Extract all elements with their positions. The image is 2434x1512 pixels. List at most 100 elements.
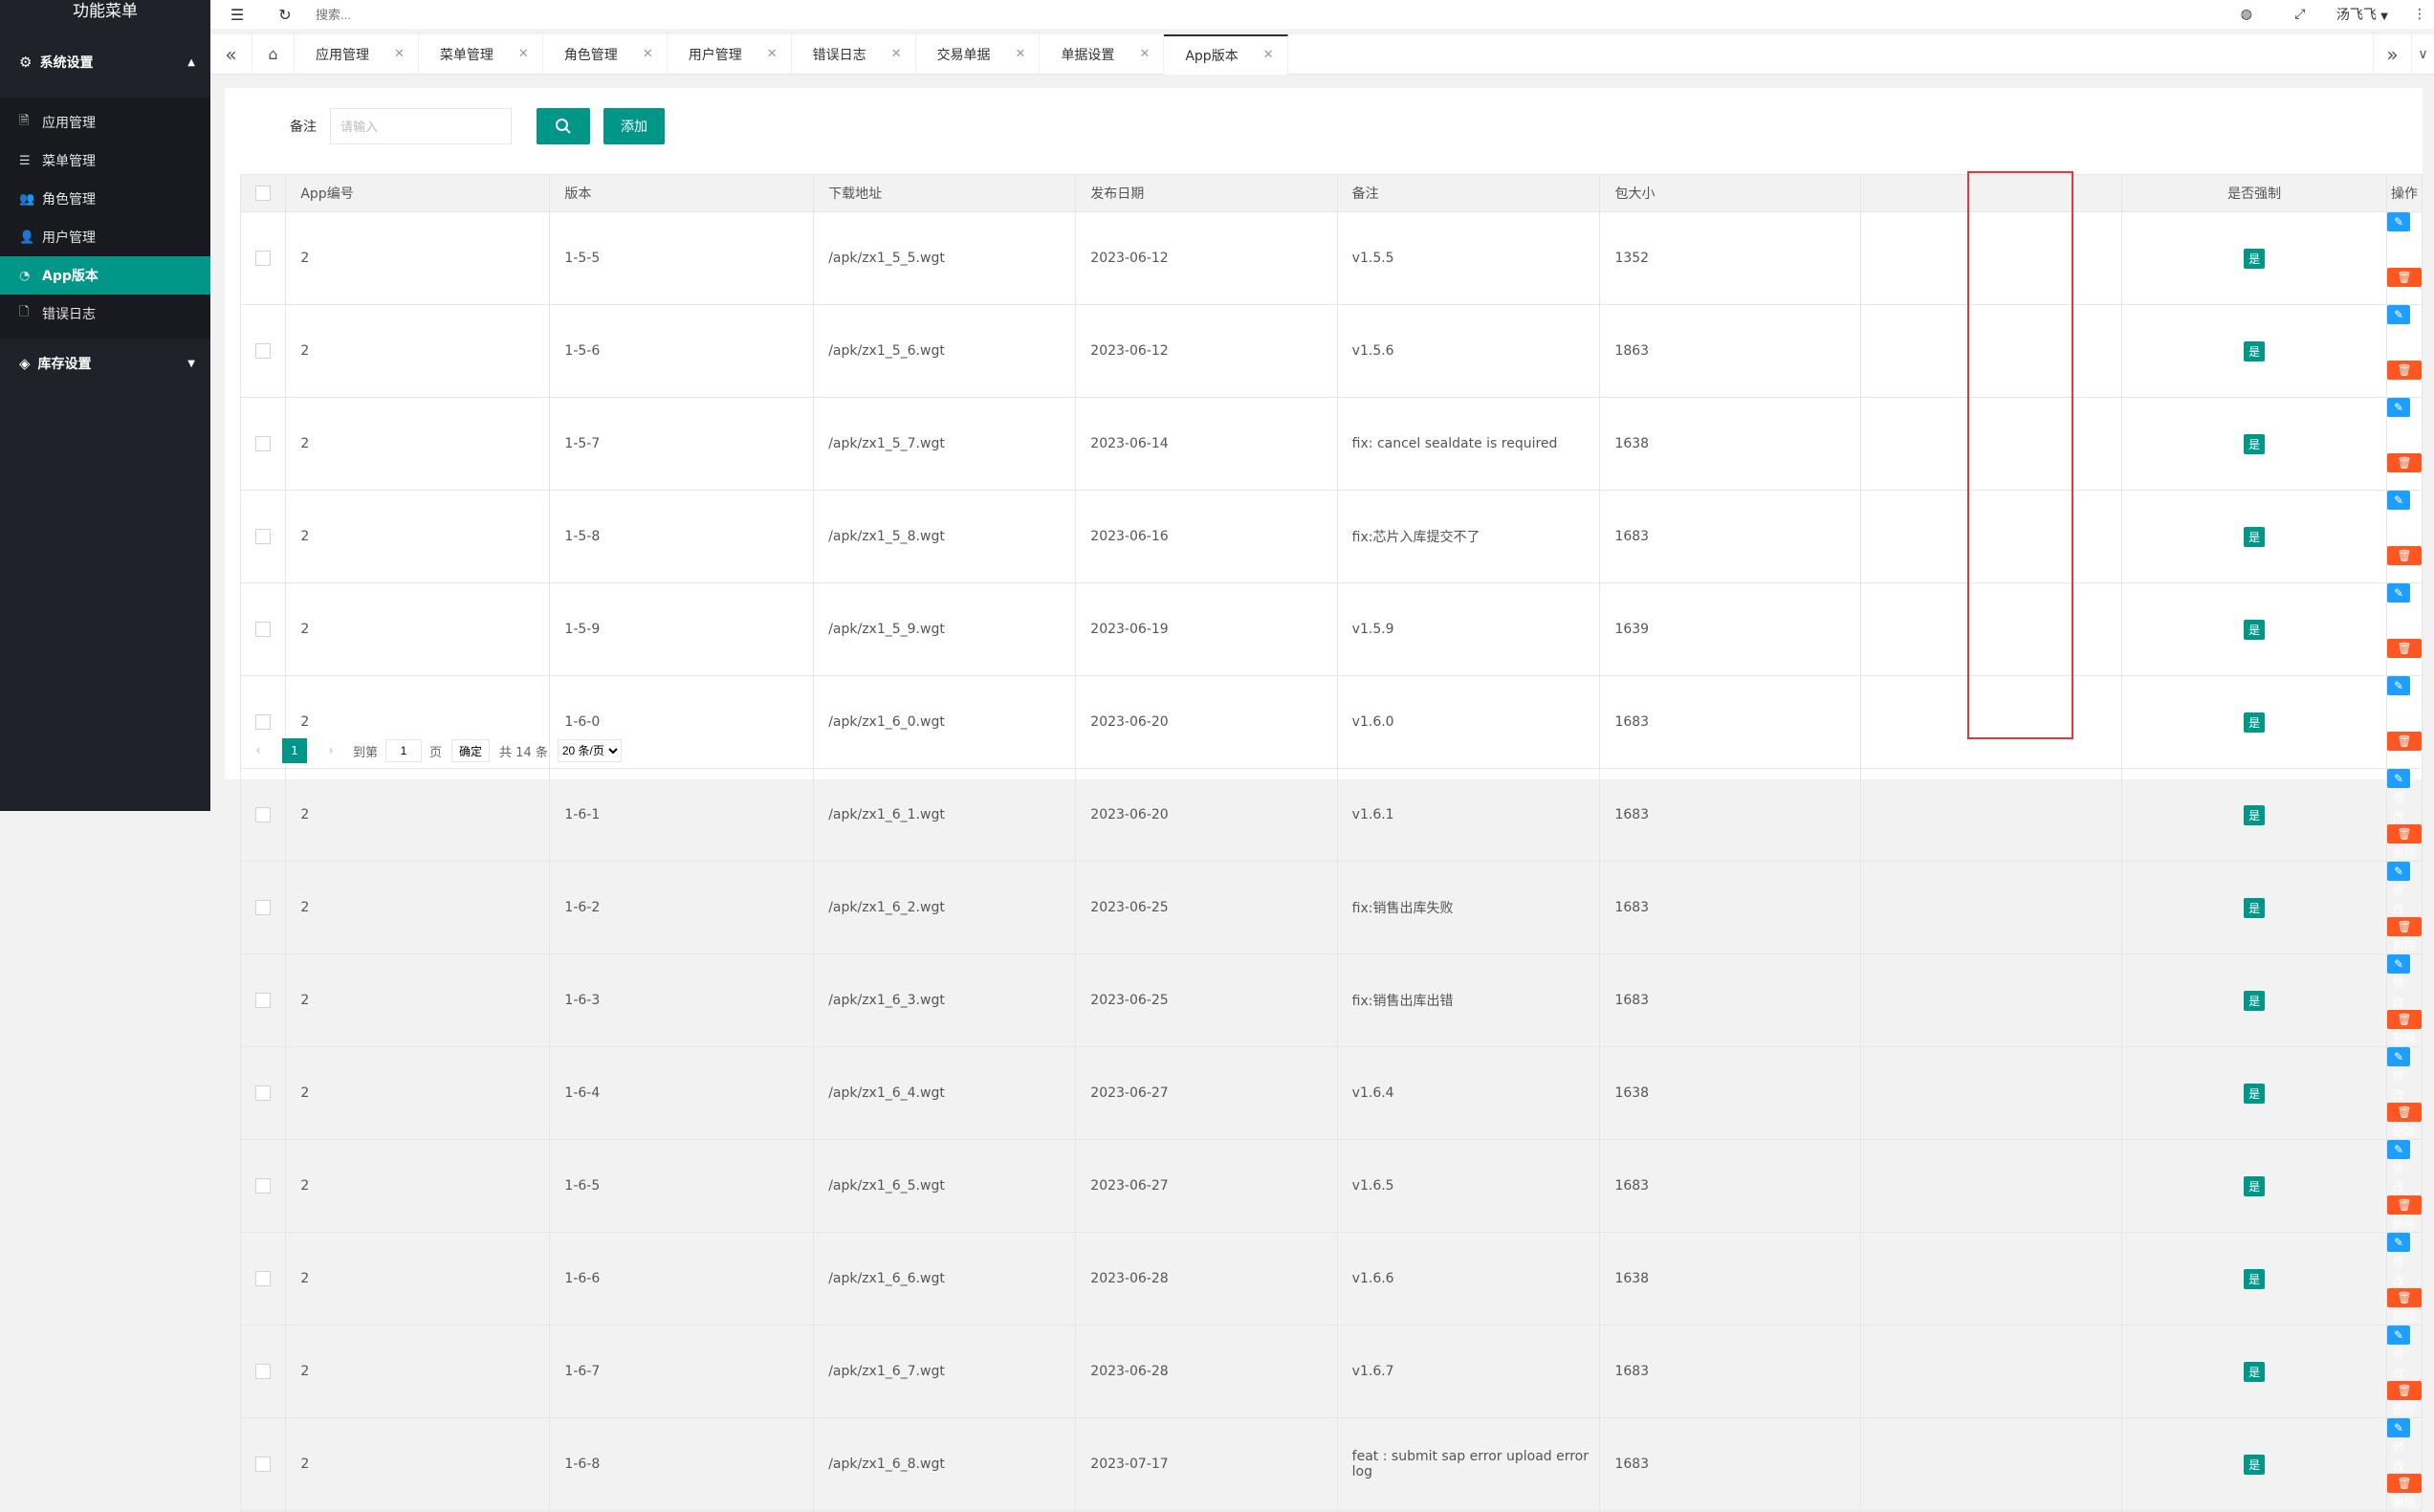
- edit-button[interactable]: ✎ 修改: [2387, 583, 2410, 638]
- tab-menu-manage[interactable]: 菜单管理 ✕: [419, 33, 543, 75]
- close-icon[interactable]: ✕: [767, 47, 778, 61]
- sidebar-group-inventory-settings[interactable]: ◈ 库存设置 ▼: [0, 339, 210, 388]
- table-row[interactable]: 2 1-6-1/apk/zx1_6_1.wgt 2023-06-20 v1.6.1 16…: [239, 768, 2423, 862]
- table-row[interactable]: 2 1-6-8/apk/zx1_6_8.wgt 2023-07-17 feat : s…: [239, 1417, 2423, 1511]
- col-release-date[interactable]: 发布日期: [1075, 174, 1338, 212]
- delete-button[interactable]: 🗑 删除: [2387, 546, 2422, 581]
- col-package-size[interactable]: 包大小: [1599, 174, 1861, 212]
- tabs-dropdown-icon[interactable]: ∨: [2411, 33, 2434, 75]
- delete-button[interactable]: 🗑 删除: [2387, 1195, 2422, 1231]
- edit-button[interactable]: ✎ 修改: [2387, 1418, 2410, 1473]
- edit-button[interactable]: ✎ 修改: [2387, 862, 2410, 916]
- fullscreen-icon[interactable]: ⤢: [2273, 7, 2327, 22]
- edit-button[interactable]: ✎ 修改: [2387, 398, 2410, 452]
- search-button[interactable]: [537, 108, 590, 144]
- goto-confirm-button[interactable]: 确定: [451, 739, 491, 762]
- search-input[interactable]: [316, 7, 603, 22]
- edit-button[interactable]: ✎ 修改: [2387, 1233, 2410, 1287]
- checkbox[interactable]: [255, 807, 272, 822]
- user-menu[interactable]: 汤飞飞 ▼: [2336, 5, 2388, 24]
- checkbox[interactable]: [255, 529, 272, 544]
- tab-doc-settings[interactable]: 单据设置 ✕: [1040, 33, 1165, 75]
- sidebar-item-menu-manage[interactable]: ☰ 菜单管理: [0, 142, 210, 180]
- edit-button[interactable]: ✎ 修改: [2387, 1140, 2410, 1194]
- edit-button[interactable]: ✎ 修改: [2387, 1047, 2410, 1102]
- menu-toggle-icon[interactable]: ☰: [210, 6, 264, 24]
- checkbox[interactable]: [255, 436, 272, 451]
- delete-button[interactable]: 🗑 删除: [2387, 824, 2422, 860]
- table-row[interactable]: 2 1-6-2/apk/zx1_6_2.wgt 2023-06-25 fix:销售出库…: [239, 861, 2423, 954]
- table-row[interactable]: 2 1-6-5/apk/zx1_6_5.wgt 2023-06-27 v1.6.5 16…: [239, 1139, 2423, 1233]
- edit-button[interactable]: ✎ 修改: [2387, 769, 2410, 823]
- col-note[interactable]: 备注: [1337, 174, 1601, 212]
- edit-button[interactable]: ✎ 修改: [2387, 676, 2410, 731]
- close-icon[interactable]: ✕: [1016, 47, 1026, 61]
- delete-button[interactable]: 🗑 删除: [2387, 1010, 2422, 1045]
- table-row[interactable]: 2 1-5-7/apk/zx1_5_7.wgt 2023-06-14 fix: can…: [239, 397, 2423, 491]
- sidebar-item-app-version[interactable]: ◔ App版本: [0, 256, 210, 295]
- add-button[interactable]: 添加: [603, 108, 665, 144]
- delete-button[interactable]: 🗑 删除: [2387, 1288, 2422, 1324]
- refresh-icon[interactable]: ↻: [264, 6, 306, 24]
- tab-error-log[interactable]: 错误日志 ✕: [792, 33, 916, 75]
- close-icon[interactable]: ✕: [394, 47, 405, 61]
- page-1-button[interactable]: 1: [282, 738, 307, 763]
- table-row[interactable]: 2 1-6-6/apk/zx1_6_6.wgt 2023-06-28 v1.6.6 16…: [239, 1232, 2423, 1326]
- col-download-url[interactable]: 下载地址: [813, 174, 1077, 212]
- close-icon[interactable]: ✕: [891, 47, 902, 61]
- checkbox[interactable]: [255, 1457, 272, 1472]
- tab-app-version[interactable]: App版本 ✕: [1164, 33, 1288, 75]
- edit-button[interactable]: ✎ 修改: [2387, 954, 2410, 1009]
- table-row[interactable]: 2 1-5-5/apk/zx1_5_5.wgt 2023-06-12 v1.5.5 13…: [239, 211, 2423, 305]
- tab-trade-docs[interactable]: 交易单据 ✕: [916, 33, 1041, 75]
- sidebar-item-app-manage[interactable]: 🗎 应用管理: [0, 103, 210, 142]
- theme-icon[interactable]: ◍: [2220, 7, 2273, 22]
- delete-button[interactable]: 🗑 删除: [2387, 453, 2422, 489]
- checkbox[interactable]: [255, 900, 272, 915]
- tab-role-manage[interactable]: 角色管理 ✕: [543, 33, 668, 75]
- close-icon[interactable]: ✕: [643, 47, 653, 61]
- tab-user-manage[interactable]: 用户管理 ✕: [668, 33, 792, 75]
- next-page-icon[interactable]: ›: [318, 738, 343, 763]
- delete-button[interactable]: 🗑 删除: [2387, 639, 2422, 674]
- delete-button[interactable]: 🗑 删除: [2387, 361, 2422, 396]
- checkbox[interactable]: [255, 343, 272, 359]
- checkbox[interactable]: [255, 1271, 272, 1286]
- sidebar-item-error-log[interactable]: 🗋 错误日志: [0, 295, 210, 333]
- note-filter-input[interactable]: [330, 108, 512, 144]
- tabs-scroll-left-icon[interactable]: «: [210, 33, 252, 75]
- more-icon[interactable]: ⋮: [2405, 7, 2434, 22]
- checkbox[interactable]: [255, 1178, 272, 1194]
- tabs-scroll-right-icon[interactable]: »: [2373, 33, 2411, 75]
- sidebar-item-role-manage[interactable]: 👥 角色管理: [0, 180, 210, 218]
- table-row[interactable]: 2 1-5-8/apk/zx1_5_8.wgt 2023-06-16 fix:芯片入库…: [239, 490, 2423, 583]
- col-force-update[interactable]: 是否强制: [2121, 174, 2387, 212]
- page-size-select[interactable]: 20 条/页: [557, 739, 622, 762]
- select-all-checkbox[interactable]: [239, 174, 287, 212]
- sidebar-group-system-settings[interactable]: ⚙ 系统设置 ▲: [0, 27, 210, 98]
- goto-page-input[interactable]: [385, 739, 423, 762]
- col-version[interactable]: 版本: [549, 174, 815, 212]
- edit-button[interactable]: ✎ 修改: [2387, 491, 2410, 545]
- close-icon[interactable]: ✕: [1263, 48, 1274, 62]
- delete-button[interactable]: 🗑 删除: [2387, 268, 2422, 303]
- close-icon[interactable]: ✕: [1139, 47, 1150, 61]
- checkbox[interactable]: [255, 186, 272, 201]
- tab-app-manage[interactable]: 应用管理 ✕: [295, 33, 419, 75]
- checkbox[interactable]: [255, 714, 272, 730]
- delete-button[interactable]: 🗑 删除: [2387, 1103, 2422, 1138]
- delete-button[interactable]: 🗑 删除: [2387, 1381, 2422, 1416]
- table-row[interactable]: 2 1-5-9/apk/zx1_5_9.wgt 2023-06-19 v1.5.9 16…: [239, 582, 2423, 676]
- edit-button[interactable]: ✎ 修改: [2387, 1326, 2410, 1380]
- table-row[interactable]: 2 1-5-6/apk/zx1_5_6.wgt 2023-06-12 v1.5.6 18…: [239, 304, 2423, 398]
- delete-button[interactable]: 🗑 删除: [2387, 917, 2422, 953]
- home-icon[interactable]: ⌂: [252, 33, 295, 75]
- checkbox[interactable]: [255, 993, 272, 1008]
- sidebar-item-user-manage[interactable]: 👤 用户管理: [0, 218, 210, 256]
- prev-page-icon[interactable]: ‹: [246, 738, 271, 763]
- checkbox[interactable]: [255, 622, 272, 637]
- checkbox[interactable]: [255, 251, 272, 266]
- delete-button[interactable]: 🗑 删除: [2387, 732, 2422, 767]
- edit-button[interactable]: ✎ 修改: [2387, 305, 2410, 360]
- edit-button[interactable]: ✎ 修改: [2387, 212, 2410, 267]
